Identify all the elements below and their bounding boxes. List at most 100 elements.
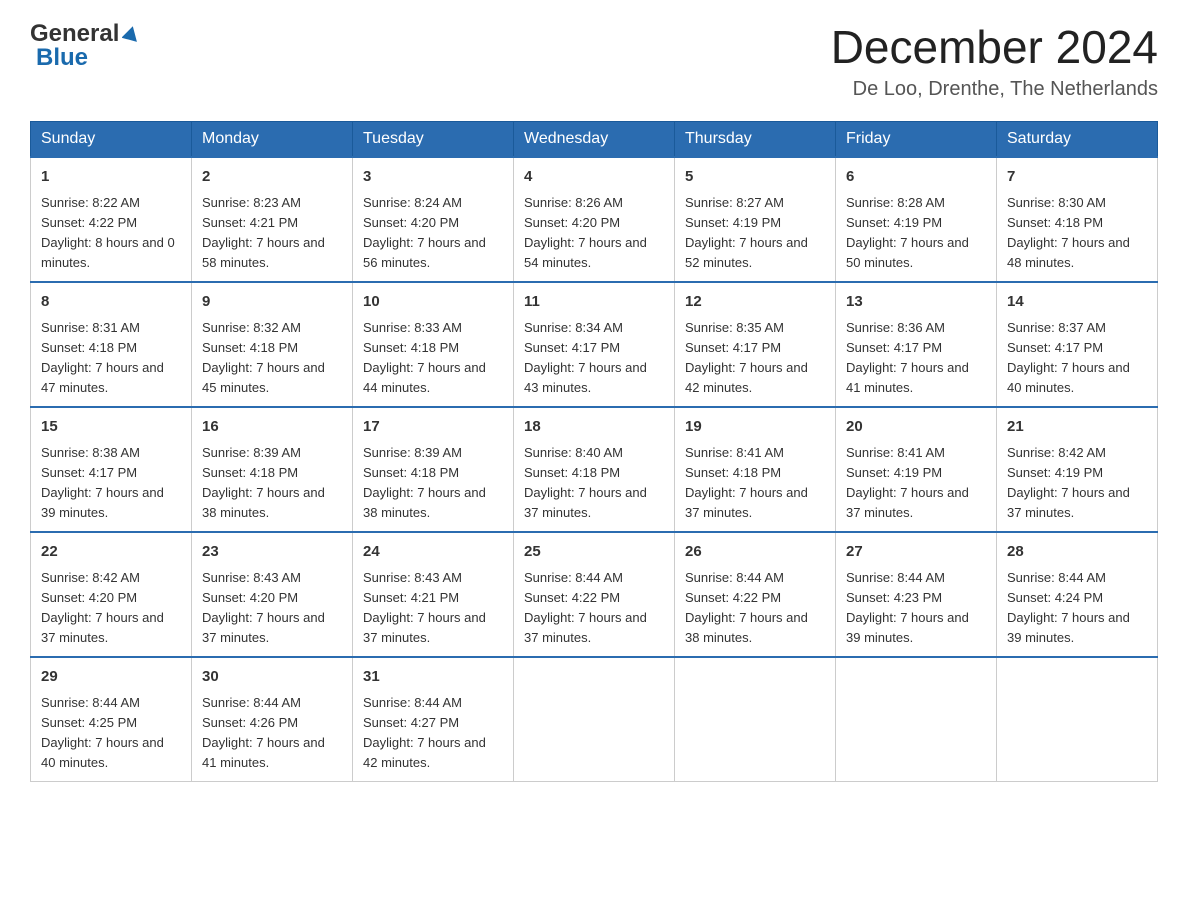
calendar-day-cell: 20 Sunrise: 8:41 AMSunset: 4:19 PMDaylig… [836, 407, 997, 532]
day-info: Sunrise: 8:28 AMSunset: 4:19 PMDaylight:… [846, 195, 969, 270]
calendar-day-cell: 28 Sunrise: 8:44 AMSunset: 4:24 PMDaylig… [997, 532, 1158, 657]
weekday-header-row: SundayMondayTuesdayWednesdayThursdayFrid… [31, 122, 1158, 158]
day-info: Sunrise: 8:37 AMSunset: 4:17 PMDaylight:… [1007, 320, 1130, 395]
calendar-day-cell: 22 Sunrise: 8:42 AMSunset: 4:20 PMDaylig… [31, 532, 192, 657]
day-info: Sunrise: 8:41 AMSunset: 4:18 PMDaylight:… [685, 445, 808, 520]
calendar-day-cell [997, 657, 1158, 782]
calendar-day-cell: 14 Sunrise: 8:37 AMSunset: 4:17 PMDaylig… [997, 282, 1158, 407]
calendar-day-cell: 10 Sunrise: 8:33 AMSunset: 4:18 PMDaylig… [353, 282, 514, 407]
day-number: 10 [363, 291, 503, 314]
day-info: Sunrise: 8:22 AMSunset: 4:22 PMDaylight:… [41, 195, 175, 270]
day-info: Sunrise: 8:27 AMSunset: 4:19 PMDaylight:… [685, 195, 808, 270]
day-info: Sunrise: 8:42 AMSunset: 4:20 PMDaylight:… [41, 570, 164, 645]
day-number: 2 [202, 166, 342, 189]
calendar-day-cell: 12 Sunrise: 8:35 AMSunset: 4:17 PMDaylig… [675, 282, 836, 407]
day-number: 16 [202, 416, 342, 439]
logo-triangle-icon [122, 24, 140, 47]
calendar-day-cell: 26 Sunrise: 8:44 AMSunset: 4:22 PMDaylig… [675, 532, 836, 657]
day-number: 22 [41, 541, 181, 564]
calendar-week-row: 8 Sunrise: 8:31 AMSunset: 4:18 PMDayligh… [31, 282, 1158, 407]
page-header: General Blue December 2024 De Loo, Drent… [30, 20, 1158, 101]
day-info: Sunrise: 8:43 AMSunset: 4:21 PMDaylight:… [363, 570, 486, 645]
day-info: Sunrise: 8:40 AMSunset: 4:18 PMDaylight:… [524, 445, 647, 520]
calendar-day-cell: 6 Sunrise: 8:28 AMSunset: 4:19 PMDayligh… [836, 157, 997, 282]
day-info: Sunrise: 8:26 AMSunset: 4:20 PMDaylight:… [524, 195, 647, 270]
day-number: 13 [846, 291, 986, 314]
day-number: 30 [202, 666, 342, 689]
day-number: 8 [41, 291, 181, 314]
day-info: Sunrise: 8:39 AMSunset: 4:18 PMDaylight:… [363, 445, 486, 520]
day-info: Sunrise: 8:43 AMSunset: 4:20 PMDaylight:… [202, 570, 325, 645]
calendar-day-cell: 3 Sunrise: 8:24 AMSunset: 4:20 PMDayligh… [353, 157, 514, 282]
day-info: Sunrise: 8:44 AMSunset: 4:27 PMDaylight:… [363, 695, 486, 770]
day-number: 18 [524, 416, 664, 439]
day-number: 5 [685, 166, 825, 189]
day-number: 12 [685, 291, 825, 314]
day-number: 31 [363, 666, 503, 689]
weekday-header-thursday: Thursday [675, 122, 836, 158]
day-number: 29 [41, 666, 181, 689]
calendar-week-row: 1 Sunrise: 8:22 AMSunset: 4:22 PMDayligh… [31, 157, 1158, 282]
day-number: 15 [41, 416, 181, 439]
calendar-day-cell: 15 Sunrise: 8:38 AMSunset: 4:17 PMDaylig… [31, 407, 192, 532]
day-info: Sunrise: 8:36 AMSunset: 4:17 PMDaylight:… [846, 320, 969, 395]
day-info: Sunrise: 8:24 AMSunset: 4:20 PMDaylight:… [363, 195, 486, 270]
calendar-day-cell: 2 Sunrise: 8:23 AMSunset: 4:21 PMDayligh… [192, 157, 353, 282]
calendar-day-cell: 4 Sunrise: 8:26 AMSunset: 4:20 PMDayligh… [514, 157, 675, 282]
day-info: Sunrise: 8:38 AMSunset: 4:17 PMDaylight:… [41, 445, 164, 520]
logo: General Blue [30, 20, 140, 72]
calendar-week-row: 29 Sunrise: 8:44 AMSunset: 4:25 PMDaylig… [31, 657, 1158, 782]
calendar-day-cell: 31 Sunrise: 8:44 AMSunset: 4:27 PMDaylig… [353, 657, 514, 782]
day-info: Sunrise: 8:23 AMSunset: 4:21 PMDaylight:… [202, 195, 325, 270]
calendar-day-cell: 7 Sunrise: 8:30 AMSunset: 4:18 PMDayligh… [997, 157, 1158, 282]
day-info: Sunrise: 8:39 AMSunset: 4:18 PMDaylight:… [202, 445, 325, 520]
weekday-header-saturday: Saturday [997, 122, 1158, 158]
day-info: Sunrise: 8:44 AMSunset: 4:22 PMDaylight:… [685, 570, 808, 645]
day-info: Sunrise: 8:44 AMSunset: 4:23 PMDaylight:… [846, 570, 969, 645]
calendar-table: SundayMondayTuesdayWednesdayThursdayFrid… [30, 121, 1158, 782]
day-number: 23 [202, 541, 342, 564]
day-number: 1 [41, 166, 181, 189]
day-info: Sunrise: 8:33 AMSunset: 4:18 PMDaylight:… [363, 320, 486, 395]
day-number: 3 [363, 166, 503, 189]
day-number: 9 [202, 291, 342, 314]
weekday-header-sunday: Sunday [31, 122, 192, 158]
logo-blue-text: Blue [36, 44, 88, 72]
weekday-header-friday: Friday [836, 122, 997, 158]
day-number: 25 [524, 541, 664, 564]
weekday-header-wednesday: Wednesday [514, 122, 675, 158]
day-number: 19 [685, 416, 825, 439]
day-number: 26 [685, 541, 825, 564]
title-section: December 2024 De Loo, Drenthe, The Nethe… [831, 20, 1158, 101]
day-number: 20 [846, 416, 986, 439]
day-info: Sunrise: 8:30 AMSunset: 4:18 PMDaylight:… [1007, 195, 1130, 270]
day-number: 24 [363, 541, 503, 564]
day-info: Sunrise: 8:44 AMSunset: 4:24 PMDaylight:… [1007, 570, 1130, 645]
calendar-day-cell: 23 Sunrise: 8:43 AMSunset: 4:20 PMDaylig… [192, 532, 353, 657]
calendar-day-cell: 8 Sunrise: 8:31 AMSunset: 4:18 PMDayligh… [31, 282, 192, 407]
day-info: Sunrise: 8:35 AMSunset: 4:17 PMDaylight:… [685, 320, 808, 395]
calendar-day-cell: 16 Sunrise: 8:39 AMSunset: 4:18 PMDaylig… [192, 407, 353, 532]
day-number: 21 [1007, 416, 1147, 439]
day-info: Sunrise: 8:34 AMSunset: 4:17 PMDaylight:… [524, 320, 647, 395]
calendar-day-cell: 17 Sunrise: 8:39 AMSunset: 4:18 PMDaylig… [353, 407, 514, 532]
calendar-day-cell: 29 Sunrise: 8:44 AMSunset: 4:25 PMDaylig… [31, 657, 192, 782]
day-info: Sunrise: 8:42 AMSunset: 4:19 PMDaylight:… [1007, 445, 1130, 520]
day-number: 7 [1007, 166, 1147, 189]
weekday-header-monday: Monday [192, 122, 353, 158]
calendar-day-cell: 11 Sunrise: 8:34 AMSunset: 4:17 PMDaylig… [514, 282, 675, 407]
day-info: Sunrise: 8:44 AMSunset: 4:25 PMDaylight:… [41, 695, 164, 770]
day-info: Sunrise: 8:41 AMSunset: 4:19 PMDaylight:… [846, 445, 969, 520]
calendar-week-row: 22 Sunrise: 8:42 AMSunset: 4:20 PMDaylig… [31, 532, 1158, 657]
day-number: 4 [524, 166, 664, 189]
day-number: 6 [846, 166, 986, 189]
day-info: Sunrise: 8:32 AMSunset: 4:18 PMDaylight:… [202, 320, 325, 395]
day-info: Sunrise: 8:44 AMSunset: 4:22 PMDaylight:… [524, 570, 647, 645]
location-subtitle: De Loo, Drenthe, The Netherlands [831, 78, 1158, 101]
month-year-title: December 2024 [831, 20, 1158, 74]
calendar-day-cell: 18 Sunrise: 8:40 AMSunset: 4:18 PMDaylig… [514, 407, 675, 532]
calendar-day-cell: 19 Sunrise: 8:41 AMSunset: 4:18 PMDaylig… [675, 407, 836, 532]
calendar-week-row: 15 Sunrise: 8:38 AMSunset: 4:17 PMDaylig… [31, 407, 1158, 532]
calendar-day-cell: 21 Sunrise: 8:42 AMSunset: 4:19 PMDaylig… [997, 407, 1158, 532]
calendar-day-cell: 27 Sunrise: 8:44 AMSunset: 4:23 PMDaylig… [836, 532, 997, 657]
